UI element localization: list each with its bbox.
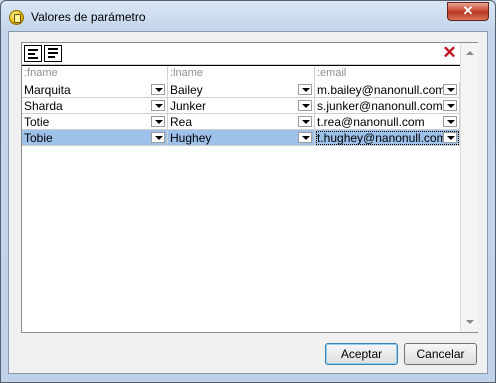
insert-row-icon[interactable] [24, 45, 42, 62]
lname-cell[interactable]: Bailey [168, 82, 315, 98]
column-header-fname: :fname [22, 66, 168, 81]
close-button[interactable]: ✕ [447, 2, 489, 21]
ok-button[interactable]: Aceptar [325, 343, 398, 365]
vertical-scrollbar[interactable] [460, 43, 478, 332]
dropdown-arrow-icon[interactable] [443, 84, 457, 95]
parameter-table: :fname :lname :email Marquita Bailey m.b… [22, 65, 460, 334]
table-row-selected[interactable]: Tobie Hughey t.hughey@nanonull.com [22, 130, 460, 146]
scroll-up-icon[interactable] [466, 51, 474, 55]
dialog-client-area: ✕ :fname :lname :email Marquita Bailey m… [8, 31, 488, 374]
lname-cell[interactable]: Rea [168, 114, 315, 130]
table-row[interactable]: Marquita Bailey m.bailey@nanonull.com [22, 82, 460, 98]
title-bar[interactable]: Valores de parámetro ✕ [1, 1, 495, 31]
column-header-email: :email [317, 67, 347, 79]
table-row[interactable]: Totie Rea t.rea@nanonull.com [22, 114, 460, 130]
dropdown-arrow-icon[interactable] [151, 84, 165, 95]
app-icon [9, 10, 24, 25]
email-cell[interactable]: t.hughey@nanonull.com [315, 130, 460, 146]
cancel-button[interactable]: Cancelar [404, 343, 477, 365]
table-row[interactable]: Sharda Junker s.junker@nanonull.com [22, 98, 460, 114]
dropdown-arrow-icon[interactable] [151, 116, 165, 127]
dropdown-arrow-icon[interactable] [298, 132, 312, 143]
email-cell[interactable]: s.junker@nanonull.com [315, 98, 460, 114]
scroll-down-icon[interactable] [466, 320, 474, 324]
email-cell[interactable]: t.rea@nanonull.com [315, 114, 460, 130]
parameter-grid-panel: ✕ :fname :lname :email Marquita Bailey m… [21, 42, 478, 333]
delete-x-icon[interactable]: ✕ [441, 44, 458, 62]
grid-toolbar: ✕ [22, 43, 460, 65]
fname-cell[interactable]: Marquita [22, 82, 168, 98]
dropdown-arrow-icon[interactable] [298, 84, 312, 95]
dropdown-arrow-icon[interactable] [151, 132, 165, 143]
append-row-icon[interactable] [44, 45, 62, 62]
dropdown-arrow-icon[interactable] [298, 100, 312, 111]
dropdown-arrow-icon[interactable] [443, 132, 457, 143]
email-cell[interactable]: m.bailey@nanonull.com [315, 82, 460, 98]
dropdown-arrow-icon[interactable] [298, 116, 312, 127]
fname-cell[interactable]: Totie [22, 114, 168, 130]
column-header-lname: :lname [168, 66, 315, 81]
fname-cell[interactable]: Sharda [22, 98, 168, 114]
window-title: Valores de parámetro [31, 10, 146, 24]
lname-cell[interactable]: Hughey [168, 130, 315, 146]
dropdown-arrow-icon[interactable] [443, 116, 457, 127]
dropdown-arrow-icon[interactable] [151, 100, 165, 111]
fname-cell[interactable]: Tobie [22, 130, 168, 146]
lname-cell[interactable]: Junker [168, 98, 315, 114]
dropdown-arrow-icon[interactable] [443, 100, 457, 111]
dialog-window: Valores de parámetro ✕ ✕ :fname :lname :… [0, 0, 496, 383]
